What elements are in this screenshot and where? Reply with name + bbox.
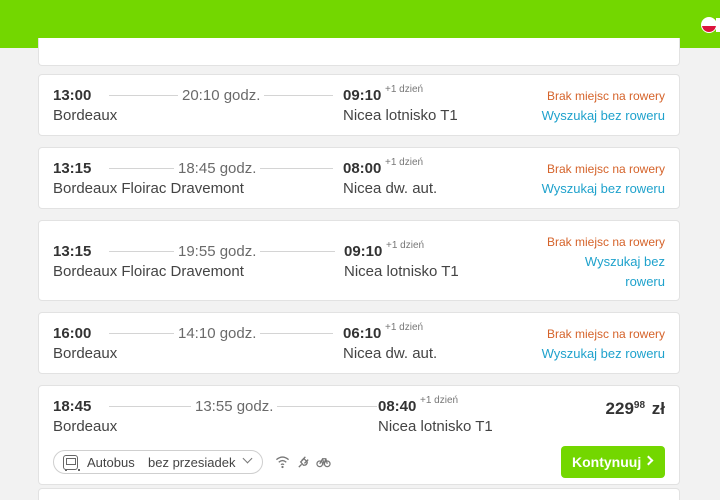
price-cents: 98 bbox=[633, 400, 646, 411]
continue-button[interactable]: Kontynuuj bbox=[561, 446, 665, 478]
departure-time: 13:15 bbox=[53, 160, 92, 177]
search-without-bike-link[interactable]: Wyszukaj bez roweru bbox=[542, 346, 665, 361]
departure-city: Bordeaux Floirac Dravemont bbox=[53, 263, 244, 280]
continue-label: Kontynuuj bbox=[572, 454, 642, 470]
departure-time: 13:15 bbox=[53, 243, 92, 260]
arrival-city: Nicea lotnisko T1 bbox=[343, 107, 458, 124]
next-day-label: +1 dzień bbox=[385, 157, 424, 168]
arrival-city: Nicea dw. aut. bbox=[343, 180, 438, 197]
bus-icon bbox=[63, 455, 80, 471]
result-card[interactable]: 18:45 Bordeaux 13:55 godz. 08:40 +1 dzie… bbox=[38, 385, 680, 485]
arrival-time: 09:10 bbox=[344, 243, 383, 260]
departure-city: Bordeaux bbox=[53, 418, 118, 435]
price-currency: zł bbox=[651, 399, 665, 418]
departure-city: Bordeaux Floirac Dravemont bbox=[53, 180, 244, 197]
next-day-label: +1 dzień bbox=[420, 395, 459, 406]
no-bike-warning: Brak miejsc na rowery bbox=[546, 89, 665, 103]
chevron-down-icon bbox=[242, 453, 253, 464]
no-bike-warning: Brak miejsc na rowery bbox=[546, 327, 665, 341]
next-day-label: +1 dzień bbox=[385, 84, 424, 95]
departure-time: 16:00 bbox=[53, 325, 92, 342]
bike-icon bbox=[316, 458, 331, 468]
result-card[interactable]: 13:00 Bordeaux 20:10 godz. 09:10 +1 dzie… bbox=[38, 74, 680, 136]
trip-duration: 14:10 godz. bbox=[174, 325, 261, 342]
chevron-right-icon bbox=[643, 455, 654, 466]
arrival-city: Nicea lotnisko T1 bbox=[378, 418, 493, 435]
trip-duration: 13:55 godz. bbox=[191, 398, 278, 415]
search-without-bike-link-cont[interactable]: roweru bbox=[625, 274, 665, 289]
arrival-city: Nicea lotnisko T1 bbox=[344, 263, 459, 280]
price-main: 229 bbox=[605, 399, 634, 418]
connection-type: bez przesiadek bbox=[148, 455, 236, 470]
arrival-time: 09:10 bbox=[343, 87, 382, 104]
departure-time: 18:45 bbox=[53, 398, 92, 415]
arrival-city: Nicea dw. aut. bbox=[343, 345, 438, 362]
trip-duration: 19:55 godz. bbox=[174, 243, 261, 260]
result-card-partial bbox=[38, 38, 680, 66]
departure-city: Bordeaux bbox=[53, 107, 118, 124]
no-bike-warning: Brak miejsc na rowery bbox=[546, 235, 665, 249]
next-day-label: +1 dzień bbox=[386, 240, 425, 251]
transport-details-dropdown[interactable]: Autobus bez przesiadek bbox=[53, 450, 263, 474]
search-without-bike-link[interactable]: Wyszukaj bez bbox=[585, 254, 665, 269]
arrival-time: 08:00 bbox=[343, 160, 382, 177]
next-day-label: +1 dzień bbox=[385, 322, 424, 333]
price: 22998 zł bbox=[606, 399, 665, 419]
power-plug-icon bbox=[298, 456, 309, 468]
departure-city: Bordeaux bbox=[53, 345, 118, 362]
result-card-partial bbox=[38, 488, 680, 500]
poland-flag-icon[interactable] bbox=[701, 17, 717, 33]
result-card[interactable]: 13:15 Bordeaux Floirac Dravemont 18:45 g… bbox=[38, 147, 680, 209]
trip-duration: 18:45 godz. bbox=[174, 160, 261, 177]
transport-type: Autobus bbox=[87, 455, 135, 470]
result-card[interactable]: 13:15 Bordeaux Floirac Dravemont 19:55 g… bbox=[38, 220, 680, 301]
arrival-time: 06:10 bbox=[343, 325, 382, 342]
result-card[interactable]: 16:00 Bordeaux 14:10 godz. 06:10 +1 dzie… bbox=[38, 312, 680, 374]
wifi-icon bbox=[275, 456, 290, 469]
departure-time: 13:00 bbox=[53, 87, 92, 104]
trip-duration: 20:10 godz. bbox=[178, 87, 265, 104]
arrival-time: 08:40 bbox=[378, 398, 417, 415]
search-without-bike-link[interactable]: Wyszukaj bez roweru bbox=[542, 181, 665, 196]
no-bike-warning: Brak miejsc na rowery bbox=[546, 162, 665, 176]
search-without-bike-link[interactable]: Wyszukaj bez roweru bbox=[542, 108, 665, 123]
flag-stub bbox=[716, 18, 720, 32]
